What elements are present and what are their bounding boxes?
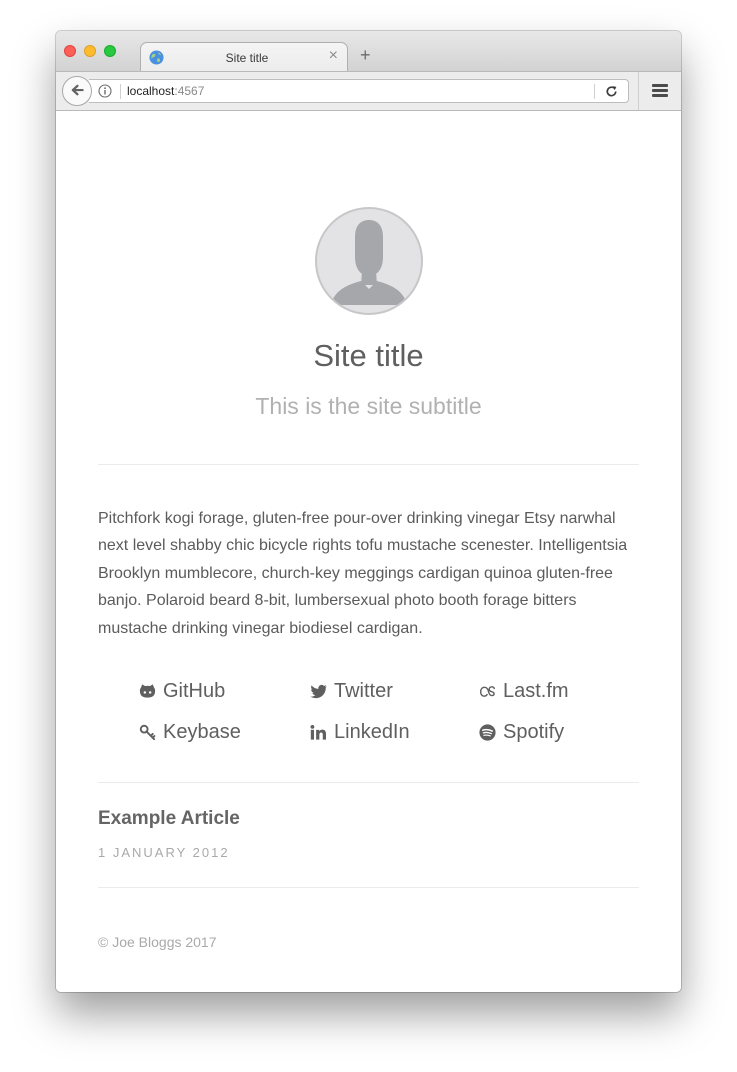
spotify-link[interactable]: Spotify: [478, 720, 564, 744]
section-divider: [98, 887, 639, 888]
page-content: Site title This is the site subtitle Pit…: [56, 111, 681, 992]
zoom-window-button[interactable]: [104, 45, 116, 57]
spotify-label: Spotify: [503, 721, 565, 743]
person-silhouette-icon: [331, 220, 407, 305]
close-window-button[interactable]: [64, 45, 76, 57]
minimize-window-button[interactable]: [84, 45, 96, 57]
info-icon[interactable]: [98, 84, 112, 98]
lastfm-label: Last.fm: [503, 680, 569, 702]
section-divider: [98, 782, 639, 783]
back-arrow-icon: [71, 84, 84, 96]
tab-close-icon[interactable]: ×: [329, 48, 338, 64]
article-title-link[interactable]: Example Article: [98, 807, 240, 831]
toolbar-divider: [638, 72, 639, 110]
keybase-link[interactable]: Keybase: [138, 720, 241, 744]
footer-copyright: © Joe Bloggs 2017: [98, 934, 217, 950]
url-host: localhost: [127, 84, 175, 98]
url-text[interactable]: localhost:4567: [127, 84, 204, 98]
site-subtitle: This is the site subtitle: [255, 393, 482, 419]
key-icon: [139, 724, 156, 740]
linkedin-icon: [310, 724, 327, 740]
url-port: :4567: [174, 84, 205, 98]
reload-icon[interactable]: [604, 84, 619, 99]
browser-window: Site title × + localhost:4567 Site title…: [56, 31, 681, 992]
globe-icon: [149, 50, 164, 65]
github-label: GitHub: [163, 680, 226, 702]
site-title: Site title: [313, 338, 424, 373]
url-separator: [120, 84, 121, 99]
new-tab-button[interactable]: +: [360, 46, 371, 64]
navigation-toolbar: localhost:4567: [56, 71, 681, 111]
twitter-label: Twitter: [334, 680, 393, 702]
keybase-label: Keybase: [163, 721, 241, 743]
github-icon: [139, 683, 156, 698]
avatar: [315, 207, 423, 315]
github-link[interactable]: GitHub: [138, 679, 225, 703]
lastfm-link[interactable]: Last.fm: [478, 679, 569, 703]
twitter-link[interactable]: Twitter: [309, 679, 393, 703]
linkedin-label: LinkedIn: [334, 721, 410, 743]
section-divider: [98, 464, 639, 465]
tab-bar: Site title × +: [56, 31, 681, 72]
intro-paragraph: Pitchfork kogi forage, gluten-free pour-…: [98, 510, 628, 637]
url-separator: [594, 84, 595, 99]
address-bar[interactable]: localhost:4567: [89, 79, 629, 103]
browser-tab[interactable]: Site title ×: [140, 42, 348, 72]
linkedin-link[interactable]: LinkedIn: [309, 720, 410, 744]
lastfm-icon: [479, 685, 495, 697]
article-date: 1 JANUARY 2012: [98, 845, 230, 860]
back-button[interactable]: [62, 76, 92, 106]
hamburger-menu-icon[interactable]: [652, 84, 668, 97]
spotify-icon: [479, 723, 496, 741]
twitter-icon: [310, 684, 327, 698]
tab-title: Site title: [225, 51, 269, 65]
